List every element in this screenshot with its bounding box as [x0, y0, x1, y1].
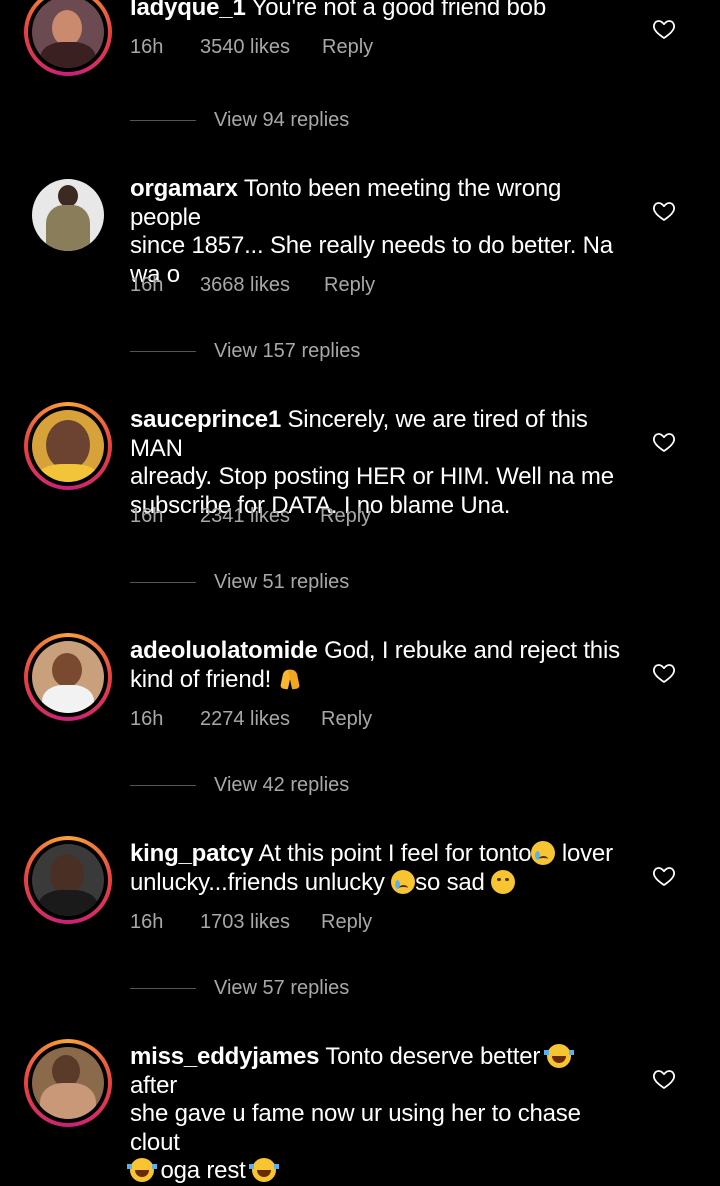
- comment-text: At this point I feel for tonto: [258, 840, 532, 867]
- view-replies-button[interactable]: View 51 replies: [130, 570, 530, 594]
- avatar-story-ring[interactable]: [24, 836, 112, 924]
- comment-time: 16h: [130, 36, 164, 58]
- comment-likes[interactable]: 3540 likes: [200, 35, 290, 59]
- comment-meta: 16h 2274 likes Reply: [130, 707, 530, 731]
- comment-text-line: already. Stop posting HER or HIM. Well n…: [130, 463, 614, 490]
- comment-body: miss_eddyjames Tonto deserve better afte…: [127, 1043, 620, 1186]
- view-replies-label: View 51 replies: [214, 571, 350, 593]
- comment-text-line: God, I rebuke and reject this: [324, 637, 620, 664]
- heart-outline-icon[interactable]: [652, 864, 676, 888]
- replies-divider: [130, 351, 196, 352]
- avatar-image: [32, 179, 104, 251]
- view-replies-label: View 157 replies: [214, 340, 361, 362]
- comment-likes[interactable]: 2341 likes: [200, 504, 290, 528]
- comment-likes[interactable]: 1703 likes: [200, 910, 290, 934]
- comment-body: king_patcy At this point I feel for tont…: [130, 840, 620, 897]
- avatar: [32, 179, 104, 251]
- folded-hands-icon: [278, 667, 302, 691]
- replies-divider: [130, 785, 196, 786]
- reply-button[interactable]: Reply: [321, 707, 372, 731]
- replies-divider: [130, 582, 196, 583]
- comment-text: Tonto deserve better: [325, 1043, 547, 1070]
- reply-button[interactable]: Reply: [324, 273, 375, 297]
- comment-username[interactable]: sauceprince1: [130, 406, 281, 433]
- comment-username[interactable]: king_patcy: [130, 840, 254, 867]
- pensive-face-icon: [491, 869, 516, 894]
- view-replies-button[interactable]: View 157 replies: [130, 339, 530, 363]
- comment-username[interactable]: ladyque_1: [130, 0, 246, 21]
- view-replies-button[interactable]: View 94 replies: [130, 108, 530, 132]
- replies-divider: [130, 120, 196, 121]
- comment-text-line: since 1857... She really needs to do bet…: [130, 232, 613, 259]
- comment-time: 16h: [130, 505, 164, 527]
- avatar: [28, 1043, 108, 1123]
- face-with-tears-of-joy-icon: [543, 1044, 574, 1068]
- comment-meta: 16h 1703 likes Reply: [130, 910, 530, 934]
- comment-username[interactable]: miss_eddyjames: [130, 1043, 320, 1070]
- comment-body: orgamarx Tonto been meeting the wrong pe…: [130, 175, 620, 289]
- crying-face-icon: [391, 869, 416, 894]
- view-replies-label: View 94 replies: [214, 109, 350, 131]
- avatar: [28, 0, 108, 72]
- comment-meta: 16h 3668 likes Reply: [130, 273, 530, 297]
- avatar-story-ring[interactable]: [24, 633, 112, 721]
- heart-outline-icon[interactable]: [652, 430, 676, 454]
- comment-meta: 16h 3540 likes Reply: [130, 35, 530, 59]
- comment-time: 16h: [130, 911, 164, 933]
- avatar: [28, 406, 108, 486]
- avatar-story-ring[interactable]: [24, 0, 112, 76]
- avatar-image: [32, 1047, 104, 1119]
- comment-likes[interactable]: 2274 likes: [200, 707, 290, 731]
- view-replies-label: View 42 replies: [214, 774, 350, 796]
- avatar-ring[interactable]: [24, 171, 112, 259]
- avatar-story-ring[interactable]: [24, 1039, 112, 1127]
- face-with-tears-of-joy-icon: [127, 1158, 157, 1182]
- comment-username[interactable]: adeoluolatomide: [130, 637, 318, 664]
- crying-face-icon: [531, 841, 556, 865]
- view-replies-button[interactable]: View 42 replies: [130, 773, 530, 797]
- comment-username[interactable]: orgamarx: [130, 175, 238, 202]
- avatar: [28, 637, 108, 717]
- comment-text: so sad: [415, 868, 492, 896]
- comment-likes[interactable]: 3668 likes: [200, 273, 290, 297]
- comment-text: oga rest: [154, 1157, 253, 1184]
- comment-time: 16h: [130, 274, 164, 296]
- heart-outline-icon[interactable]: [652, 1067, 676, 1091]
- reply-button[interactable]: Reply: [320, 504, 371, 528]
- comment-body: sauceprince1 Sincerely, we are tired of …: [130, 406, 620, 520]
- comment-text-line: kind of friend!: [130, 665, 272, 693]
- view-replies-label: View 57 replies: [214, 977, 350, 999]
- avatar-image: [32, 0, 104, 68]
- reply-button[interactable]: Reply: [322, 35, 373, 59]
- view-replies-button[interactable]: View 57 replies: [130, 976, 530, 1000]
- reply-button[interactable]: Reply: [321, 910, 372, 934]
- comment-text: unlucky...friends unlucky: [130, 868, 392, 896]
- comment-text: You're not a good friend bob: [251, 0, 547, 21]
- face-with-tears-of-joy-icon: [249, 1158, 280, 1182]
- comment-meta: 16h 2341 likes Reply: [130, 504, 530, 528]
- avatar-image: [32, 844, 104, 916]
- avatar-image: [32, 641, 104, 713]
- comment-time: 16h: [130, 708, 164, 730]
- heart-outline-icon[interactable]: [652, 17, 676, 41]
- avatar: [28, 840, 108, 920]
- comment-body: ladyque_1 You're not a good friend bob: [130, 0, 620, 23]
- heart-outline-icon[interactable]: [652, 199, 676, 223]
- comment-text: lover: [555, 840, 613, 867]
- replies-divider: [130, 988, 196, 989]
- avatar-story-ring[interactable]: [24, 402, 112, 490]
- avatar-image: [32, 410, 104, 482]
- heart-outline-icon[interactable]: [652, 661, 676, 685]
- comment-body: adeoluolatomide God, I rebuke and reject…: [130, 637, 620, 694]
- comment-text: after: [130, 1071, 178, 1099]
